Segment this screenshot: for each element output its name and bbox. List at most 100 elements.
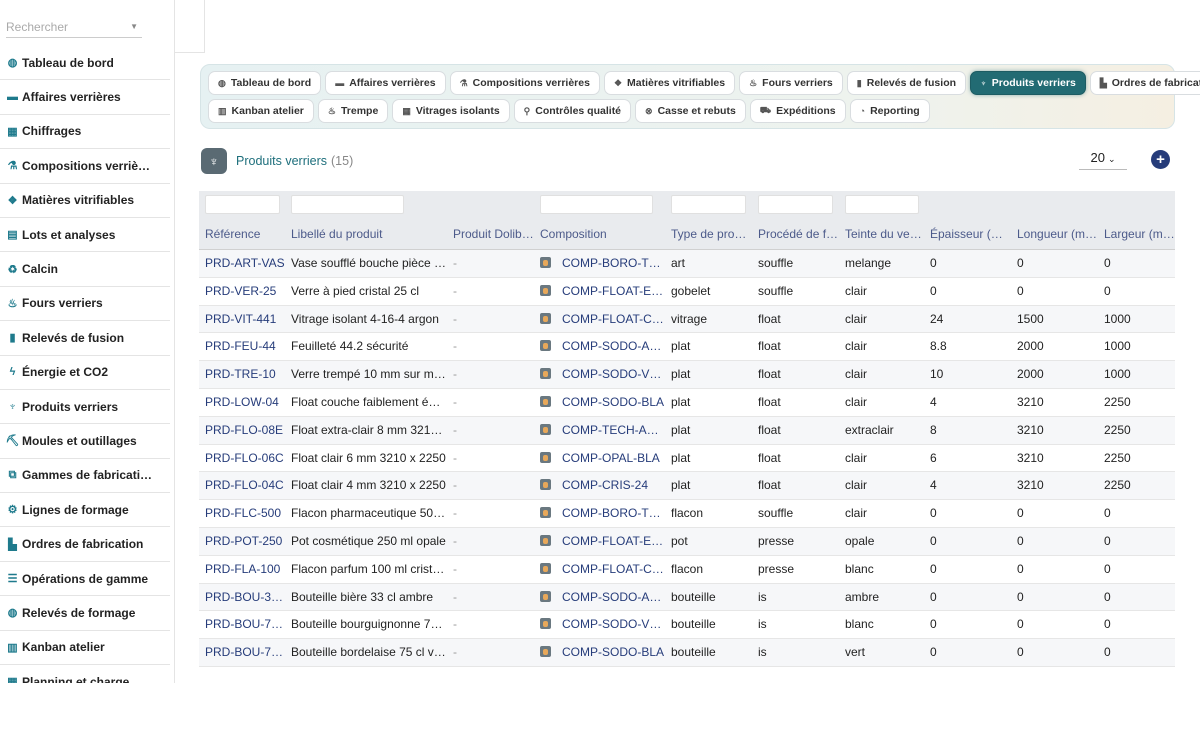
column-header[interactable]: Épaisseur (… bbox=[924, 219, 1011, 250]
sidebar-item[interactable]: ϟ Énergie et CO2 bbox=[0, 356, 170, 390]
column-filter-input[interactable] bbox=[845, 195, 919, 214]
table-row[interactable]: PRD-VIT-441 Vitrage isolant 4-16-4 argon -… bbox=[199, 305, 1175, 334]
per-page-select[interactable]: 20 ⌄ bbox=[1079, 148, 1127, 170]
table-row[interactable]: PRD-FLO-04C Float clair 4 mm 3210 x 2250-… bbox=[199, 472, 1175, 501]
product-reference-link[interactable]: PRD-VIT-441 bbox=[199, 306, 285, 334]
table-row[interactable]: PRD-FLC-500 Flacon pharmaceutique 500… - CO… bbox=[199, 500, 1175, 528]
table-row[interactable]: PRD-BOU-75V Bouteille bordelaise 75 cl ve… bbox=[199, 639, 1175, 667]
composition-link[interactable]: COMP-TECH-ARM bbox=[534, 417, 665, 445]
composition-link[interactable]: COMP-BORO-TEC bbox=[534, 500, 665, 528]
product-reference-link[interactable]: PRD-BOU-33A bbox=[199, 584, 285, 612]
table-row[interactable]: PRD-TRE-10 Verre trempé 10 mm sur me… - COM… bbox=[199, 361, 1175, 389]
column-filter-input[interactable] bbox=[671, 195, 746, 214]
product-reference-link[interactable]: PRD-BOU-75V bbox=[199, 639, 285, 667]
module-tab[interactable]: ♆ Produits verriers bbox=[970, 71, 1086, 95]
table-row[interactable]: PRD-FLA-100 Flacon parfum 100 ml cristall… bbox=[199, 556, 1175, 584]
module-tab[interactable]: ▮ Relevés de fusion bbox=[846, 71, 967, 95]
composition-link[interactable]: COMP-CRIS-24 bbox=[534, 472, 665, 500]
table-row[interactable]: PRD-LOW-04 Float couche faiblement émi… - C… bbox=[199, 389, 1175, 417]
table-row[interactable]: PRD-FEU-44 Feuilleté 44.2 sécurité - COMP-S… bbox=[199, 333, 1175, 362]
sidebar-item[interactable]: ☰ Opérations de gamme bbox=[0, 562, 170, 597]
sidebar-item[interactable]: ▙ Ordres de fabrication bbox=[0, 527, 170, 562]
sidebar-item[interactable]: ⚗ Compositions verriè… bbox=[0, 149, 170, 184]
column-header[interactable]: Largeur (mm) bbox=[1098, 219, 1175, 250]
column-header[interactable]: Teinte du verre bbox=[839, 219, 924, 250]
table-cell: plat bbox=[671, 367, 691, 382]
sidebar-item[interactable]: ⧉ Gammes de fabricati… bbox=[0, 459, 170, 494]
sidebar-item[interactable]: ▬ Affaires verrières bbox=[0, 80, 170, 115]
module-tab[interactable]: ▙ Ordres de fabrication bbox=[1089, 71, 1200, 95]
product-reference-link[interactable]: PRD-POT-250 bbox=[199, 528, 285, 556]
sidebar-item[interactable]: ▤ Lots et analyses bbox=[0, 218, 170, 253]
table-row[interactable]: PRD-FLO-08E Float extra-clair 8 mm 3210 …… bbox=[199, 416, 1175, 445]
column-header[interactable]: Référence bbox=[199, 219, 285, 250]
product-reference-link[interactable]: PRD-BOU-75B bbox=[199, 611, 285, 639]
column-filter-input[interactable] bbox=[291, 195, 404, 214]
column-header[interactable]: Longueur (m… bbox=[1011, 219, 1098, 250]
column-header[interactable]: Composition bbox=[534, 219, 665, 250]
product-reference-link[interactable]: PRD-LOW-04 bbox=[199, 389, 285, 417]
table-row[interactable]: PRD-BOU-33A Bouteille bière 33 cl ambre - C… bbox=[199, 583, 1175, 612]
composition-link[interactable]: COMP-SODO-BLA bbox=[534, 639, 665, 667]
sidebar-item[interactable]: ♆ Produits verriers bbox=[0, 390, 170, 425]
module-tab[interactable]: ⛟ Expéditions bbox=[749, 99, 846, 123]
module-tab[interactable]: ⚗ Compositions verrières bbox=[449, 71, 600, 95]
product-reference-link[interactable]: PRD-FLO-06C bbox=[199, 445, 285, 473]
sidebar-item[interactable]: ◍ Relevés de formage bbox=[0, 596, 170, 631]
composition-link[interactable]: COMP-BORO-TEC bbox=[534, 250, 665, 278]
module-tab[interactable]: ▥ Kanban atelier bbox=[208, 99, 314, 123]
menu-search-select[interactable]: Rechercher ▼ bbox=[6, 18, 142, 38]
product-reference-link[interactable]: PRD-ART-VAS bbox=[199, 250, 285, 278]
column-header[interactable]: Type de pro… bbox=[665, 219, 752, 250]
column-header[interactable]: Libellé du produit bbox=[285, 219, 447, 250]
module-tab[interactable]: ♨ Trempe bbox=[317, 99, 389, 123]
module-tab[interactable]: ♨ Fours verriers bbox=[739, 71, 843, 95]
add-record-button[interactable]: + bbox=[1151, 150, 1170, 169]
composition-link[interactable]: COMP-SODO-VER bbox=[534, 361, 665, 389]
sidebar-item[interactable]: ▥ Kanban atelier bbox=[0, 631, 170, 666]
product-reference-link[interactable]: PRD-FEU-44 bbox=[199, 333, 285, 361]
sidebar-item[interactable]: ♻ Calcin bbox=[0, 252, 170, 287]
module-tab[interactable]: ◔ Reporting bbox=[849, 99, 930, 123]
sidebar-item[interactable]: ▦ Planning et charge bbox=[0, 665, 170, 683]
table-row[interactable]: PRD-BOU-75B Bouteille bourguignonne 75 … -… bbox=[199, 611, 1175, 640]
table-row[interactable]: PRD-VER-25 Verre à pied cristal 25 cl - COM… bbox=[199, 278, 1175, 306]
composition-link[interactable]: COMP-FLOAT-CLA bbox=[534, 556, 665, 584]
sidebar-item[interactable]: ⚙ Lignes de formage bbox=[0, 493, 170, 528]
table-row[interactable]: PRD-ART-VAS Vase soufflé bouche pièce u… -… bbox=[199, 250, 1175, 278]
column-filter-input[interactable] bbox=[540, 195, 653, 214]
composition-link[interactable]: COMP-FLOAT-EXT bbox=[534, 278, 665, 306]
product-reference-link[interactable]: PRD-VER-25 bbox=[199, 278, 285, 306]
column-filter-input[interactable] bbox=[758, 195, 833, 214]
composition-link[interactable]: COMP-FLOAT-EXT bbox=[534, 528, 665, 556]
composition-link[interactable]: COMP-FLOAT-CLA bbox=[534, 306, 665, 334]
product-reference-link[interactable]: PRD-FLC-500 bbox=[199, 500, 285, 528]
product-reference-link[interactable]: PRD-FLO-04C bbox=[199, 472, 285, 500]
sidebar-item[interactable]: ◍ Tableau de bord bbox=[0, 46, 170, 81]
product-reference-link[interactable]: PRD-TRE-10 bbox=[199, 361, 285, 389]
product-reference-link[interactable]: PRD-FLO-08E bbox=[199, 417, 285, 445]
module-tab[interactable]: ⊗ Casse et rebuts bbox=[635, 99, 746, 123]
product-reference-link[interactable]: PRD-FLA-100 bbox=[199, 556, 285, 584]
module-tab[interactable]: ❖ Matières vitrifiables bbox=[603, 71, 736, 95]
composition-link[interactable]: COMP-SODO-AMB bbox=[534, 584, 665, 612]
sidebar-item[interactable]: ▦ Chiffrages bbox=[0, 115, 170, 150]
module-tab[interactable]: ◍ Tableau de bord bbox=[208, 71, 322, 95]
composition-link[interactable]: COMP-OPAL-BLA bbox=[534, 445, 665, 473]
module-tab[interactable]: ▬ Affaires verrières bbox=[325, 71, 446, 95]
column-header[interactable]: Produit Dolib… bbox=[447, 219, 534, 250]
table-row[interactable]: PRD-POT-250 Pot cosmétique 250 ml opale - C… bbox=[199, 527, 1175, 556]
module-tab[interactable]: ▦ Vitrages isolants bbox=[392, 99, 510, 123]
composition-link[interactable]: COMP-SODO-BLA bbox=[534, 389, 665, 417]
column-header[interactable]: Procédé de f… bbox=[752, 219, 839, 250]
sidebar-item[interactable]: ♨ Fours verriers bbox=[0, 287, 170, 322]
chevron-down-icon[interactable]: ▼ bbox=[130, 18, 138, 36]
composition-link[interactable]: COMP-SODO-AMB bbox=[534, 333, 665, 361]
sidebar-item[interactable]: ⛏ Moules et outillages bbox=[0, 424, 170, 459]
table-row[interactable]: PRD-FLO-06C Float clair 6 mm 3210 x 2250-… bbox=[199, 445, 1175, 473]
module-tab[interactable]: ⚲ Contrôles qualité bbox=[513, 99, 632, 123]
composition-link[interactable]: COMP-SODO-VER bbox=[534, 611, 665, 639]
sidebar-item[interactable]: ▮ Relevés de fusion bbox=[0, 321, 170, 356]
sidebar-item[interactable]: ❖ Matières vitrifiables bbox=[0, 184, 170, 218]
column-filter-input[interactable] bbox=[205, 195, 280, 214]
